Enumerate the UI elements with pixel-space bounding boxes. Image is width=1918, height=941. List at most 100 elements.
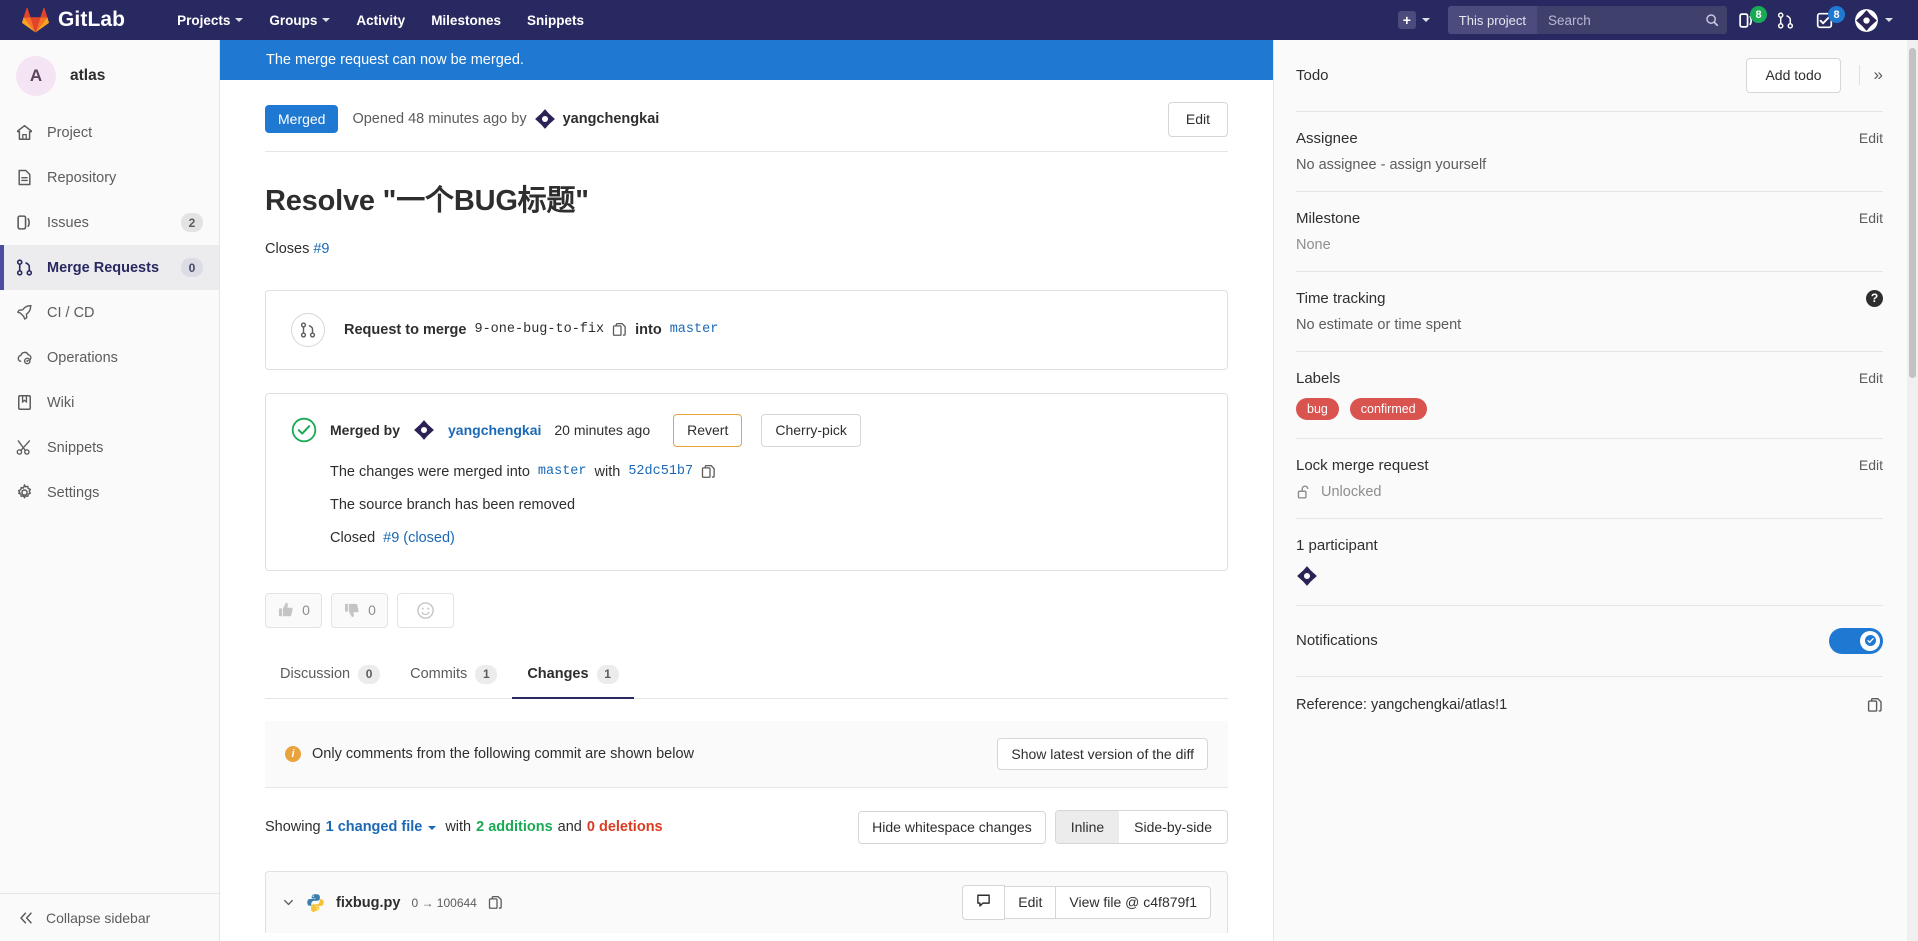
search-input[interactable] [1537,13,1727,28]
merged-status-widget: Merged by yangchengkai 20 minutes ago Re… [265,393,1228,571]
thumbs-down-icon [343,601,361,619]
scrollbar-thumb[interactable] [1909,48,1916,378]
nav-issues-button[interactable]: 8 [1727,0,1766,40]
author-link[interactable]: yangchengkai [563,111,660,127]
changed-files-dropdown[interactable]: 1 changed file [326,819,423,835]
search-scope-selector[interactable]: This project [1448,6,1537,34]
copy-icon[interactable] [488,895,503,911]
lock-value-row: Unlocked [1296,484,1883,500]
add-reaction-button[interactable] [397,593,454,628]
side-by-side-view-button[interactable]: Side-by-side [1119,811,1227,843]
merged-by-row: Merged by yangchengkai 20 minutes ago Re… [291,414,1202,447]
project-name: atlas [70,67,105,85]
right-sidebar-inner: Todo Add todo » Assignee Edit No assigne… [1274,40,1918,734]
inline-view-button[interactable]: Inline [1056,811,1119,843]
assignee-value[interactable]: No assignee - assign yourself [1296,157,1883,173]
notifications-block: Notifications [1296,606,1883,677]
chevron-down-icon [322,18,330,22]
assignee-edit-button[interactable]: Edit [1859,130,1883,146]
todo-row: Todo Add todo » [1296,40,1883,112]
notifications-head: Notifications [1296,628,1883,654]
nav-link-groups[interactable]: Groups [256,0,343,40]
edit-file-button[interactable]: Edit [1004,886,1056,919]
merge-request-body: Merged Opened 48 minutes ago by yangchen… [220,80,1273,933]
sidebar-item-ci-cd[interactable]: CI / CD [0,290,219,335]
labels-edit-button[interactable]: Edit [1859,370,1883,386]
scissors-icon [16,439,33,456]
show-latest-diff-button[interactable]: Show latest version of the diff [997,738,1208,771]
unlock-icon [1296,484,1311,500]
source-branch-name: 9-one-bug-to-fix [474,322,604,337]
thumbs-up-button[interactable]: 0 [265,593,322,628]
merge-request-widget: Request to merge 9-one-bug-to-fix into m… [265,290,1228,370]
tab-changes[interactable]: Changes 1 [512,652,633,699]
new-item-button[interactable]: + [1390,6,1438,34]
page-scrollbar[interactable] [1907,40,1918,941]
thumbs-down-button[interactable]: 0 [331,593,388,628]
copy-icon[interactable] [1867,697,1883,714]
chevron-down-icon[interactable] [282,896,295,909]
merge-request-description: Closes #9 [265,219,1228,257]
lock-block: Lock merge request Edit Unlocked [1296,439,1883,519]
primary-nav-links: Projects Groups Activity Milestones Snip… [164,0,597,40]
nav-link-projects[interactable]: Projects [164,0,256,40]
copy-icon[interactable] [701,464,716,480]
sidebar-item-wiki[interactable]: Wiki [0,380,219,425]
collapse-sidebar-label: Collapse sidebar [46,910,150,926]
diff-file-name[interactable]: fixbug.py [336,895,400,911]
copy-icon[interactable] [612,322,627,338]
project-header[interactable]: A atlas [0,40,219,110]
top-navigation-bar: GitLab Projects Groups Activity Mileston… [0,0,1918,40]
time-tracking-head: Time tracking ? [1296,290,1883,307]
sidebar-item-snippets[interactable]: Snippets [0,425,219,470]
check-icon [1865,635,1876,646]
gitlab-brand[interactable]: GitLab [22,7,125,34]
tab-discussion[interactable]: Discussion 0 [265,652,395,699]
avatar[interactable] [1296,565,1318,587]
sidebar-item-repository[interactable]: Repository [0,155,219,200]
nav-merge-requests-button[interactable] [1766,0,1805,40]
add-todo-button[interactable]: Add todo [1746,58,1840,93]
revert-button[interactable]: Revert [673,414,742,447]
add-comment-button[interactable] [962,885,1005,920]
label-badge-confirmed[interactable]: confirmed [1350,398,1427,420]
lock-edit-button[interactable]: Edit [1859,457,1883,473]
sidebar-item-project[interactable]: Project [0,110,219,155]
edit-merge-request-button[interactable]: Edit [1168,102,1228,137]
target-branch-link[interactable]: master [670,322,719,337]
merged-into-branch-link[interactable]: master [538,464,587,479]
user-menu-button[interactable] [1844,0,1904,40]
closes-issue-link[interactable]: #9 [313,241,329,257]
merge-request-tabs: Discussion 0 Commits 1 Changes 1 [265,652,1228,699]
lock-head: Lock merge request Edit [1296,457,1883,474]
check-circle-icon [291,417,317,443]
nav-todos-button[interactable]: 8 [1805,0,1844,40]
cherry-pick-button[interactable]: Cherry-pick [761,414,861,447]
sidebar-item-issues[interactable]: Issues 2 [0,200,219,245]
view-file-button[interactable]: View file @ c4f879f1 [1055,886,1211,919]
merge-commit-sha-link[interactable]: 52dc51b7 [628,464,693,479]
collapse-sidebar-button[interactable]: Collapse sidebar [0,893,219,941]
time-tracking-value: No estimate or time spent [1296,317,1883,333]
thumbs-up-icon [277,601,295,619]
label-badge-bug[interactable]: bug [1296,398,1339,420]
sidebar-item-wiki-label: Wiki [47,395,203,411]
chevron-down-icon [235,18,243,22]
sidebar-item-settings[interactable]: Settings [0,470,219,515]
participants-label[interactable]: 1 participant [1296,537,1378,554]
tab-commits[interactable]: Commits 1 [395,652,512,699]
nav-link-snippets[interactable]: Snippets [514,0,597,40]
hide-whitespace-button[interactable]: Hide whitespace changes [858,811,1046,844]
sidebar-item-merge-requests-label: Merge Requests [47,260,167,276]
sidebar-item-merge-requests[interactable]: Merge Requests 0 [0,245,219,290]
merged-by-user-link[interactable]: yangchengkai [448,422,541,438]
help-icon[interactable]: ? [1866,290,1883,307]
notifications-toggle[interactable] [1829,628,1883,654]
nav-link-milestones[interactable]: Milestones [418,0,514,40]
sidebar-item-operations[interactable]: Operations [0,335,219,380]
milestone-edit-button[interactable]: Edit [1859,210,1883,226]
closed-issue-link[interactable]: #9 (closed) [383,530,455,546]
nav-link-activity[interactable]: Activity [343,0,418,40]
merge-request-icon-circle [291,313,325,347]
collapse-right-sidebar-button[interactable]: » [1859,65,1883,85]
